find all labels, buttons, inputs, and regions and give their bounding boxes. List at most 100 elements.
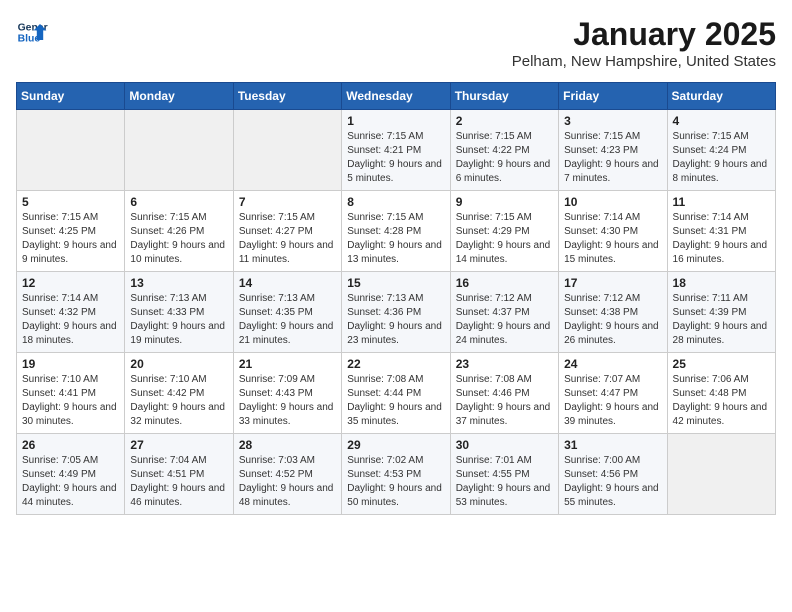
daylight-label: Daylight: [564, 321, 603, 332]
cell-info: Sunrise: 7:15 AM Sunset: 4:27 PM Dayligh… [239, 211, 336, 267]
calendar-cell [17, 110, 125, 191]
day-number: 11 [673, 195, 770, 209]
calendar-cell: 10 Sunrise: 7:14 AM Sunset: 4:30 PM Dayl… [559, 191, 667, 272]
calendar-cell: 30 Sunrise: 7:01 AM Sunset: 4:55 PM Dayl… [450, 434, 558, 515]
day-number: 12 [22, 276, 119, 290]
sunrise-label: Sunrise: [456, 131, 493, 142]
daylight-label: Daylight: [22, 240, 61, 251]
cell-info: Sunrise: 7:14 AM Sunset: 4:31 PM Dayligh… [673, 211, 770, 267]
cell-info: Sunrise: 7:04 AM Sunset: 4:51 PM Dayligh… [130, 454, 227, 510]
calendar-cell: 16 Sunrise: 7:12 AM Sunset: 4:37 PM Dayl… [450, 272, 558, 353]
daylight-label: Daylight: [239, 321, 278, 332]
day-number: 23 [456, 357, 553, 371]
sunset-label: Sunset: [673, 145, 707, 156]
daylight-label: Daylight: [347, 159, 386, 170]
daylight-label: Daylight: [239, 483, 278, 494]
daylight-label: Daylight: [22, 483, 61, 494]
weekday-header-row: SundayMondayTuesdayWednesdayThursdayFrid… [17, 83, 776, 110]
weekday-header: Thursday [450, 83, 558, 110]
sunrise-label: Sunrise: [564, 293, 601, 304]
sunset-label: Sunset: [22, 226, 56, 237]
day-number: 2 [456, 114, 553, 128]
day-number: 16 [456, 276, 553, 290]
sunset-label: Sunset: [239, 469, 273, 480]
sunset-label: Sunset: [456, 226, 490, 237]
calendar-cell: 23 Sunrise: 7:08 AM Sunset: 4:46 PM Dayl… [450, 353, 558, 434]
calendar-cell: 31 Sunrise: 7:00 AM Sunset: 4:56 PM Dayl… [559, 434, 667, 515]
calendar-cell: 22 Sunrise: 7:08 AM Sunset: 4:44 PM Dayl… [342, 353, 450, 434]
sunrise-label: Sunrise: [347, 293, 384, 304]
daylight-label: Daylight: [130, 402, 169, 413]
cell-info: Sunrise: 7:10 AM Sunset: 4:41 PM Dayligh… [22, 373, 119, 429]
day-number: 6 [130, 195, 227, 209]
day-number: 26 [22, 438, 119, 452]
weekday-header: Tuesday [233, 83, 341, 110]
sunset-label: Sunset: [564, 307, 598, 318]
calendar-cell: 7 Sunrise: 7:15 AM Sunset: 4:27 PM Dayli… [233, 191, 341, 272]
daylight-label: Daylight: [456, 402, 495, 413]
sunrise-label: Sunrise: [673, 293, 710, 304]
day-number: 15 [347, 276, 444, 290]
sunrise-label: Sunrise: [564, 131, 601, 142]
day-number: 31 [564, 438, 661, 452]
day-number: 20 [130, 357, 227, 371]
day-number: 30 [456, 438, 553, 452]
sunset-label: Sunset: [564, 145, 598, 156]
daylight-label: Daylight: [673, 240, 712, 251]
cell-info: Sunrise: 7:15 AM Sunset: 4:29 PM Dayligh… [456, 211, 553, 267]
sunset-label: Sunset: [130, 388, 164, 399]
daylight-label: Daylight: [673, 159, 712, 170]
cell-info: Sunrise: 7:13 AM Sunset: 4:36 PM Dayligh… [347, 292, 444, 348]
sunset-label: Sunset: [673, 307, 707, 318]
sunrise-label: Sunrise: [673, 131, 710, 142]
calendar-cell: 8 Sunrise: 7:15 AM Sunset: 4:28 PM Dayli… [342, 191, 450, 272]
daylight-label: Daylight: [347, 402, 386, 413]
daylight-label: Daylight: [22, 321, 61, 332]
sunset-label: Sunset: [456, 469, 490, 480]
day-number: 9 [456, 195, 553, 209]
calendar-header: SundayMondayTuesdayWednesdayThursdayFrid… [17, 83, 776, 110]
sunset-label: Sunset: [130, 469, 164, 480]
day-number: 18 [673, 276, 770, 290]
daylight-label: Daylight: [347, 321, 386, 332]
cell-info: Sunrise: 7:15 AM Sunset: 4:21 PM Dayligh… [347, 130, 444, 186]
weekday-header: Friday [559, 83, 667, 110]
day-number: 13 [130, 276, 227, 290]
sunrise-label: Sunrise: [456, 293, 493, 304]
calendar-cell: 4 Sunrise: 7:15 AM Sunset: 4:24 PM Dayli… [667, 110, 775, 191]
sunrise-label: Sunrise: [22, 455, 59, 466]
cell-info: Sunrise: 7:09 AM Sunset: 4:43 PM Dayligh… [239, 373, 336, 429]
calendar-cell [125, 110, 233, 191]
daylight-label: Daylight: [564, 483, 603, 494]
calendar-cell: 18 Sunrise: 7:11 AM Sunset: 4:39 PM Dayl… [667, 272, 775, 353]
sunset-label: Sunset: [22, 307, 56, 318]
calendar-body: 1 Sunrise: 7:15 AM Sunset: 4:21 PM Dayli… [17, 110, 776, 515]
calendar-week-row: 1 Sunrise: 7:15 AM Sunset: 4:21 PM Dayli… [17, 110, 776, 191]
daylight-label: Daylight: [456, 321, 495, 332]
calendar-week-row: 19 Sunrise: 7:10 AM Sunset: 4:41 PM Dayl… [17, 353, 776, 434]
cell-info: Sunrise: 7:13 AM Sunset: 4:35 PM Dayligh… [239, 292, 336, 348]
sunrise-label: Sunrise: [347, 374, 384, 385]
calendar-cell: 6 Sunrise: 7:15 AM Sunset: 4:26 PM Dayli… [125, 191, 233, 272]
calendar-cell: 20 Sunrise: 7:10 AM Sunset: 4:42 PM Dayl… [125, 353, 233, 434]
day-number: 27 [130, 438, 227, 452]
cell-info: Sunrise: 7:12 AM Sunset: 4:37 PM Dayligh… [456, 292, 553, 348]
sunrise-label: Sunrise: [564, 455, 601, 466]
cell-info: Sunrise: 7:15 AM Sunset: 4:25 PM Dayligh… [22, 211, 119, 267]
weekday-header: Saturday [667, 83, 775, 110]
cell-info: Sunrise: 7:13 AM Sunset: 4:33 PM Dayligh… [130, 292, 227, 348]
cell-info: Sunrise: 7:03 AM Sunset: 4:52 PM Dayligh… [239, 454, 336, 510]
sunset-label: Sunset: [456, 145, 490, 156]
calendar-week-row: 26 Sunrise: 7:05 AM Sunset: 4:49 PM Dayl… [17, 434, 776, 515]
sunrise-label: Sunrise: [347, 212, 384, 223]
sunrise-label: Sunrise: [239, 455, 276, 466]
calendar-cell: 26 Sunrise: 7:05 AM Sunset: 4:49 PM Dayl… [17, 434, 125, 515]
day-number: 10 [564, 195, 661, 209]
sunset-label: Sunset: [130, 307, 164, 318]
cell-info: Sunrise: 7:01 AM Sunset: 4:55 PM Dayligh… [456, 454, 553, 510]
cell-info: Sunrise: 7:12 AM Sunset: 4:38 PM Dayligh… [564, 292, 661, 348]
daylight-label: Daylight: [456, 240, 495, 251]
day-number: 17 [564, 276, 661, 290]
daylight-label: Daylight: [673, 321, 712, 332]
calendar-cell: 27 Sunrise: 7:04 AM Sunset: 4:51 PM Dayl… [125, 434, 233, 515]
